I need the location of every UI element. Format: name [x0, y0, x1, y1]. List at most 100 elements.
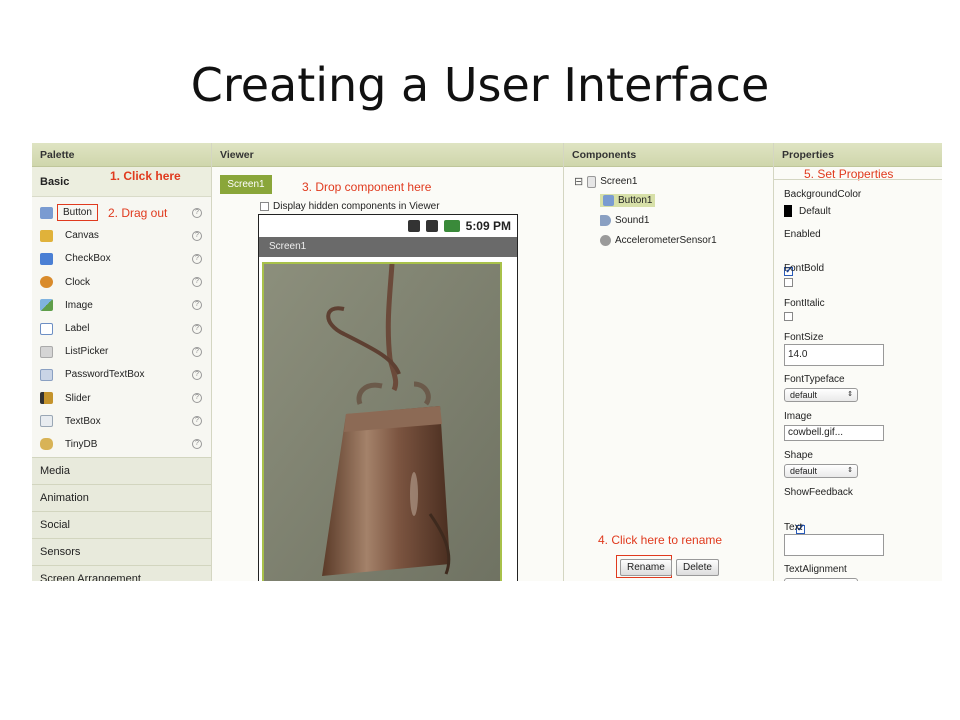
canvas-icon [40, 229, 53, 242]
fontbold-checkbox[interactable] [784, 278, 793, 287]
basic-category[interactable]: Basic 1. Click here [32, 167, 211, 197]
category-list: Media Animation Social Sensors Screen Ar… [32, 457, 211, 581]
palette-item-button[interactable]: Button 2. Drag out ? [32, 201, 211, 224]
palette-item-listpicker[interactable]: ListPicker ? [32, 340, 211, 363]
image-label: Image [784, 411, 812, 422]
fontitalic-checkbox[interactable] [784, 312, 793, 321]
background-color-label: BackgroundColor [784, 189, 862, 200]
divider [774, 179, 942, 180]
category-animation[interactable]: Animation [32, 484, 211, 511]
properties-header: Properties [774, 143, 942, 167]
signal-icon [425, 220, 438, 232]
palette-item-label: CheckBox [65, 253, 111, 265]
image-picker[interactable]: cowbell.gif... [784, 425, 884, 441]
components-panel: Components ⊟ Screen1 Button1 Sound1 Acce… [564, 143, 774, 581]
palette-item-label: Clock [65, 276, 91, 288]
palette-item-label: PasswordTextBox [65, 369, 145, 381]
label-icon [40, 322, 53, 335]
color-swatch [784, 205, 792, 217]
palette-item-tinydb[interactable]: TinyDB ? [32, 433, 211, 456]
textalignment-label: TextAlignment [784, 564, 847, 575]
step3-annotation: 3. Drop component here [302, 180, 432, 194]
tree-item-button1[interactable]: Button1 [600, 194, 656, 207]
palette-item-slider[interactable]: Slider ? [32, 387, 211, 410]
category-media[interactable]: Media [32, 457, 211, 484]
speaker-icon [600, 215, 611, 226]
fontitalic-label: FontItalic [784, 298, 825, 309]
phone-time: 5:09 PM [465, 219, 511, 233]
background-color-value: Default [799, 205, 831, 217]
text-input[interactable] [784, 534, 884, 556]
palette-item-label: Label [65, 323, 90, 335]
checkbox-icon [40, 252, 53, 265]
help-icon[interactable]: ? [192, 416, 202, 427]
palette-item-checkbox[interactable]: CheckBox ? [32, 247, 211, 270]
delete-button[interactable]: Delete [676, 559, 719, 576]
category-sensors[interactable]: Sensors [32, 538, 211, 565]
palette-item-label-component[interactable]: Label ? [32, 317, 211, 340]
tree-item-label: Sound1 [615, 215, 650, 226]
help-icon[interactable]: ? [192, 253, 202, 264]
fonttypeface-value: default [790, 390, 818, 400]
category-screen-arrangement[interactable]: Screen Arrangement [32, 565, 211, 581]
palette-item-label: Slider [65, 392, 91, 404]
app-inventor-designer: Palette Basic 1. Click here Button 2. Dr… [32, 143, 942, 581]
shape-select[interactable]: default ⇕ [784, 464, 858, 478]
help-icon[interactable]: ? [192, 230, 202, 241]
tree-item-label: Button1 [618, 195, 653, 206]
help-icon[interactable]: ? [192, 346, 202, 357]
palette-item-passwordtextbox[interactable]: PasswordTextBox ? [32, 363, 211, 386]
rename-button[interactable]: Rename [620, 559, 672, 576]
palette-list: Button 2. Drag out ? Canvas ? CheckBox ?… [32, 197, 211, 456]
fonttypeface-select[interactable]: default ⇕ [784, 388, 858, 402]
viewer-header: Viewer [212, 143, 563, 167]
hidden-components-checkbox[interactable] [260, 202, 269, 211]
phone-title-bar: Screen1 [259, 237, 517, 257]
palette-item-textbox[interactable]: TextBox ? [32, 410, 211, 433]
enabled-label: Enabled [784, 229, 821, 240]
tree-root-screen1[interactable]: ⊟ Screen1 [574, 175, 637, 188]
showfeedback-label: ShowFeedback [784, 487, 853, 498]
hidden-components-row: Display hidden components in Viewer [260, 201, 440, 212]
listpicker-icon [40, 345, 53, 358]
help-icon[interactable]: ? [192, 300, 202, 311]
slide-title: Creating a User Interface [190, 58, 770, 112]
palette-item-label: TinyDB [65, 438, 98, 450]
step1-annotation: 1. Click here [110, 169, 181, 183]
palette-item-label: TextBox [65, 415, 101, 427]
dropdown-icon: ⇕ [847, 467, 853, 474]
tree-item-accelerometer[interactable]: AccelerometerSensor1 [600, 235, 717, 246]
palette-item-clock[interactable]: Clock ? [32, 271, 211, 294]
fontbold-label: FontBold [784, 263, 825, 274]
cowbell-image[interactable] [262, 262, 502, 581]
button-icon [40, 206, 53, 219]
help-icon[interactable]: ? [192, 369, 202, 380]
palette-item-label: Image [65, 299, 93, 311]
category-social[interactable]: Social [32, 511, 211, 538]
fontsize-label: FontSize [784, 332, 824, 343]
palette-item-label: Canvas [65, 230, 99, 242]
clock-icon [40, 276, 53, 289]
help-icon[interactable]: ? [192, 439, 202, 450]
fonttypeface-label: FontTypeface [784, 374, 845, 385]
database-icon [40, 438, 53, 451]
password-icon [40, 368, 53, 381]
help-icon[interactable]: ? [192, 277, 202, 288]
hidden-components-label: Display hidden components in Viewer [273, 201, 440, 212]
palette-item-canvas[interactable]: Canvas ? [32, 224, 211, 247]
fontsize-input[interactable]: 14.0 [784, 344, 884, 366]
help-icon[interactable]: ? [192, 393, 202, 404]
background-color-picker[interactable]: Default [784, 205, 831, 217]
palette-header: Palette [32, 143, 211, 167]
help-icon[interactable]: ? [192, 207, 202, 218]
collapse-icon[interactable]: ⊟ [574, 175, 583, 188]
usb-icon [407, 220, 420, 232]
textalignment-select[interactable] [784, 578, 858, 581]
help-icon[interactable]: ? [192, 323, 202, 334]
button-icon [603, 195, 614, 206]
palette-item-label: Button [57, 204, 98, 222]
tree-item-label: AccelerometerSensor1 [615, 235, 717, 246]
palette-item-image[interactable]: Image ? [32, 294, 211, 317]
screen-tab[interactable]: Screen1 [220, 175, 272, 194]
tree-item-sound1[interactable]: Sound1 [600, 215, 649, 226]
